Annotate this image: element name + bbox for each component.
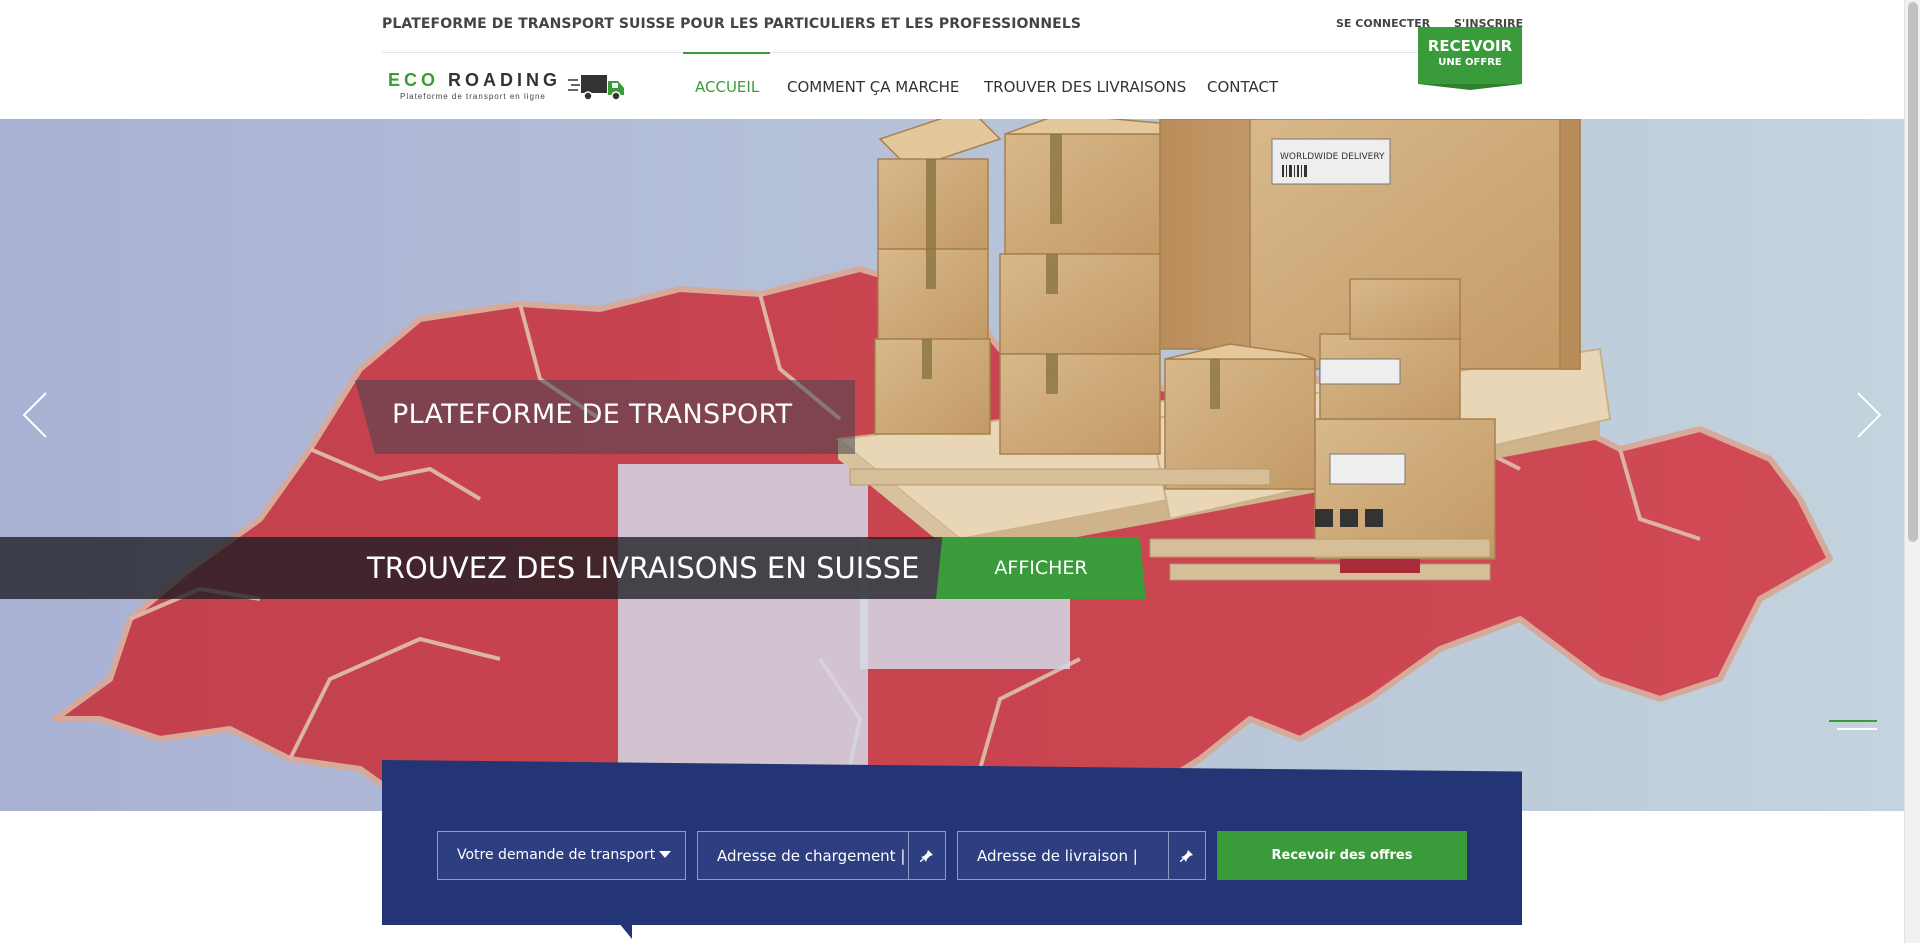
page: PLATEFORME DE TRANSPORT SUISSE POUR LES … <box>0 0 1904 943</box>
chevron-right-icon <box>1857 392 1882 438</box>
logo-subtitle: Plateforme de transport en ligne <box>400 92 546 101</box>
show-deliveries-button[interactable]: AFFICHER <box>936 537 1146 599</box>
site-tagline: PLATEFORME DE TRANSPORT SUISSE POUR LES … <box>382 16 1082 32</box>
receive-offers-button[interactable]: Recevoir des offres <box>1217 831 1467 880</box>
hero-caption-top-text: PLATEFORME DE TRANSPORT <box>392 399 793 430</box>
delivery-address-input[interactable] <box>958 832 1168 879</box>
main-navbar: ECO ROADING Plateforme de transport en l… <box>0 52 1904 119</box>
panel-pointer <box>614 917 632 939</box>
svg-text:WORLDWIDE DELIVERY: WORLDWIDE DELIVERY <box>1280 152 1385 162</box>
loading-address-input[interactable] <box>698 832 908 879</box>
chevron-left-icon <box>22 392 47 438</box>
delivery-address-field <box>957 831 1206 880</box>
logo-title: ECO ROADING <box>388 70 562 90</box>
loading-address-field <box>697 831 946 880</box>
transport-request-select-value: Votre demande de transport <box>457 847 656 863</box>
login-link[interactable]: SE CONNECTER <box>1336 17 1430 30</box>
slide-indicator-next <box>1837 728 1877 730</box>
slide-indicator-active <box>1829 720 1877 722</box>
site-logo[interactable]: ECO ROADING Plateforme de transport en l… <box>388 70 628 106</box>
hero-image-switzerland-map-boxes: WORLDWIDE DELIVERY <box>52 119 1833 811</box>
hero-caption-top: PLATEFORME DE TRANSPORT <box>355 380 855 454</box>
pin-icon <box>1180 849 1193 862</box>
previous-slide-button[interactable] <box>16 385 56 445</box>
chevron-down-icon <box>659 851 671 858</box>
page-scrollbar[interactable] <box>1904 0 1920 943</box>
slide-indicator[interactable] <box>1829 720 1877 730</box>
nav-contact[interactable]: CONTACT <box>1207 78 1278 96</box>
active-nav-indicator <box>683 52 770 54</box>
top-bar: PLATEFORME DE TRANSPORT SUISSE POUR LES … <box>382 0 1523 53</box>
hero-slider: WORLDWIDE DELIVERY PLATEFORME DE TRANSPO… <box>0 119 1904 811</box>
receive-offer-button[interactable]: RECEVOIR UNE OFFRE <box>1418 27 1522 90</box>
next-slide-button[interactable] <box>1848 385 1888 445</box>
truck-icon <box>568 75 624 101</box>
transport-request-panel: Votre demande de transport Recevoir des … <box>382 760 1522 925</box>
scrollbar-thumb[interactable] <box>1908 2 1918 542</box>
pin-icon <box>920 849 933 862</box>
loading-address-pin-button[interactable] <box>908 832 945 879</box>
receive-offer-line1: RECEVOIR <box>1427 37 1513 55</box>
transport-request-select[interactable]: Votre demande de transport <box>437 831 686 880</box>
nav-comment-ca-marche[interactable]: COMMENT ÇA MARCHE <box>787 78 959 96</box>
hero-caption-main: TROUVEZ DES LIVRAISONS EN SUISSE <box>0 537 950 599</box>
hero-caption-main-text: TROUVEZ DES LIVRAISONS EN SUISSE <box>367 551 920 585</box>
delivery-address-pin-button[interactable] <box>1168 832 1205 879</box>
nav-accueil[interactable]: ACCUEIL <box>695 78 759 96</box>
nav-trouver-des-livraisons[interactable]: TROUVER DES LIVRAISONS <box>984 78 1186 96</box>
receive-offer-line2: UNE OFFRE <box>1438 57 1502 68</box>
